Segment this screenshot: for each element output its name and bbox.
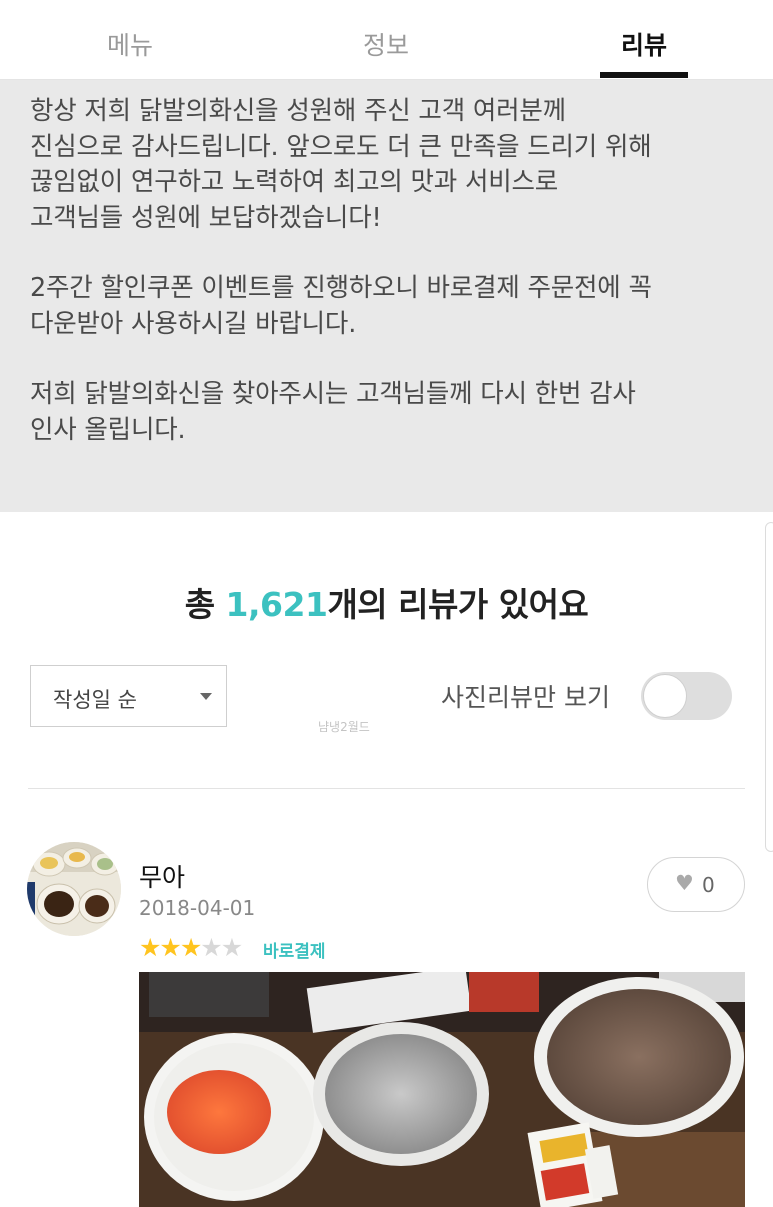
tab-info[interactable]: 정보 (306, 26, 466, 62)
adjacent-panel-edge (765, 522, 773, 852)
review-author: 무아 (139, 863, 186, 892)
photo-review-only-toggle[interactable] (641, 672, 732, 720)
sort-dropdown-label: 작성일 순 (53, 688, 137, 712)
notice-paragraph: 2주간 할인쿠폰 이벤트를 진행하오니 바로결제 주문전에 꼭 다운받아 사용하… (30, 273, 652, 339)
rating-stars: ★★★★★ (139, 933, 243, 962)
tab-bar: 메뉴 정보 리뷰 (0, 0, 773, 80)
photo-review-only-label: 사진리뷰만 보기 (441, 683, 610, 712)
sort-dropdown[interactable]: 작성일 순 (30, 665, 227, 727)
star-icon: ★ (159, 933, 181, 962)
review-count-prefix: 총 (184, 585, 226, 624)
star-icon: ★ (179, 933, 202, 962)
avatar-food-image (27, 842, 121, 936)
heart-icon: ♥ (675, 871, 694, 895)
notice-paragraph: 저희 닭발의화신을 찾아주시는 고객님들께 다시 한번 감사 인사 올립니다. (30, 379, 636, 445)
caret-down-icon (200, 693, 212, 700)
like-count: 0 (702, 873, 715, 897)
owner-notice: 항상 저희 닭발의화신을 성원해 주신 고객 여러분께 진심으로 감사드립니다.… (0, 80, 773, 512)
review-count-suffix: 개의 리뷰가 있어요 (327, 585, 589, 624)
divider (28, 788, 745, 789)
star-icon: ★ (220, 933, 243, 962)
notice-paragraph: 항상 저희 닭발의화신을 성원해 주신 고객 여러분께 진심으로 감사드립니다.… (30, 96, 652, 233)
review-photo[interactable] (139, 972, 745, 1207)
review-count-heading: 총 1,621개의 리뷰가 있어요 (0, 578, 773, 626)
review-date: 2018-04-01 (139, 896, 256, 920)
tab-review[interactable]: 리뷰 (564, 26, 724, 62)
watermark: 냠냉2월드 (318, 720, 370, 734)
review-count: 1,621 (225, 585, 328, 624)
tab-menu[interactable]: 메뉴 (50, 26, 210, 62)
star-icon: ★ (200, 933, 222, 962)
star-icon: ★ (139, 933, 161, 962)
active-tab-indicator (600, 72, 688, 78)
like-button[interactable]: ♥ 0 (647, 857, 745, 912)
avatar[interactable] (27, 842, 121, 936)
toggle-knob (643, 674, 687, 718)
review-food-photo (139, 972, 745, 1207)
order-type-badge: 바로결제 (263, 942, 326, 962)
